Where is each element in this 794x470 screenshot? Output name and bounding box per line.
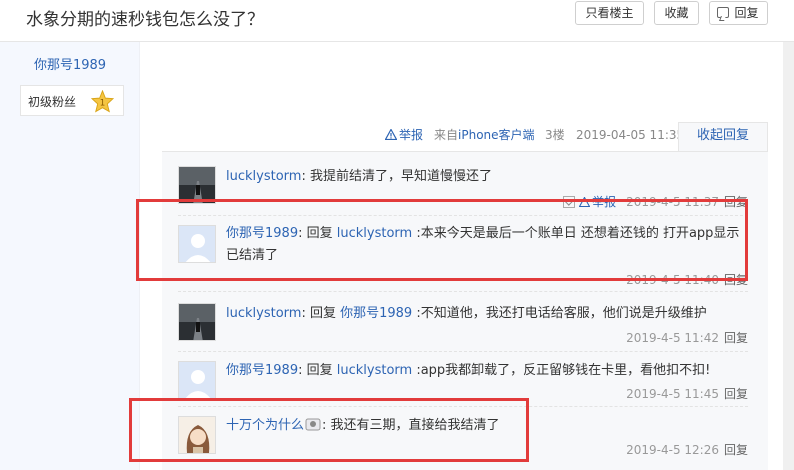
colon: :	[301, 306, 310, 321]
reply-username[interactable]: lucklystorm	[226, 169, 301, 184]
avatar[interactable]	[178, 361, 216, 399]
right-scroll-gutter	[783, 42, 794, 470]
reply-footer: 2019-4-5 12:26 回复	[626, 443, 748, 457]
reply-button[interactable]: 回复	[709, 1, 768, 25]
colon: :	[301, 169, 310, 184]
post-source: 来自iPhone客户端	[434, 127, 535, 143]
comment-icon	[717, 7, 729, 18]
highlight-box	[129, 398, 529, 462]
collapse-replies-button[interactable]: 收起回复	[678, 122, 768, 152]
reply-footer: 2019-4-5 11:42 回复	[626, 331, 748, 345]
fan-level-label: 初级粉丝	[28, 95, 77, 109]
tieba-post-page: 水象分期的速秒钱包怎么没了？ 只看楼主 收藏 回复 你那号1989 初级粉丝 1…	[0, 0, 794, 470]
only-op-button[interactable]: 只看楼主	[575, 1, 644, 25]
reply-time: 2019-4-5 11:45	[626, 387, 719, 401]
level-number: 1	[100, 98, 105, 108]
reply-content: lucklystorm: 回复 你那号1989 :不知道他，我还打电话给客服，他…	[226, 303, 748, 325]
reply-button-label: 回复	[734, 6, 759, 20]
thread-title: 水象分期的速秒钱包怎么没了？	[26, 10, 264, 30]
reply-text: :app我都卸载了，反正留够钱在卡里，看他扣不扣!	[412, 363, 711, 378]
divider	[178, 291, 748, 292]
source-client-link[interactable]: iPhone客户端	[458, 128, 535, 142]
reply-to-button[interactable]: 回复	[724, 331, 748, 345]
warning-icon	[385, 129, 397, 140]
reply-target-username[interactable]: 你那号1989	[340, 306, 412, 321]
reply-text: :不知道他，我还打电话给客服，他们说是升级维护	[412, 306, 707, 321]
reply-time: 2019-4-5 12:26	[626, 443, 719, 457]
poster-name[interactable]: 你那号1989	[0, 54, 140, 73]
report-label: 举报	[399, 128, 424, 142]
reply-target-username[interactable]: lucklystorm	[337, 363, 412, 378]
colon: :	[298, 363, 307, 378]
reply-prefix: 回复	[306, 363, 337, 378]
reply-text: 我提前结清了，早知道慢慢还了	[309, 169, 492, 184]
reply-content: lucklystorm: 我提前结清了，早知道慢慢还了	[226, 166, 748, 188]
avatar[interactable]	[178, 303, 216, 341]
post-report-link[interactable]: 举报	[385, 127, 423, 143]
reply-item: lucklystorm: 回复 你那号1989 :不知道他，我还打电话给客服，他…	[162, 303, 768, 353]
post-floor: 3楼	[545, 128, 565, 142]
post-time: 2019-04-05 11:35	[576, 128, 685, 142]
reply-time: 2019-4-5 11:42	[626, 331, 719, 345]
reply-footer: 2019-4-5 11:45 回复	[626, 387, 748, 401]
reply-prefix: 回复	[309, 306, 341, 321]
source-prefix: 来自	[434, 128, 459, 142]
poster-sidebar: 你那号1989 初级粉丝 1	[0, 42, 140, 470]
fan-level-badge[interactable]: 初级粉丝 1	[20, 85, 124, 116]
favorite-button[interactable]: 收藏	[654, 1, 699, 25]
divider	[178, 351, 748, 352]
thread-header: 水象分期的速秒钱包怎么没了？ 只看楼主 收藏 回复	[0, 0, 794, 42]
reply-to-button[interactable]: 回复	[724, 443, 748, 457]
reply-to-button[interactable]: 回复	[724, 387, 748, 401]
reply-content: 你那号1989: 回复 lucklystorm :app我都卸载了，反正留够钱在…	[226, 360, 748, 382]
reply-username[interactable]: 你那号1989	[226, 363, 298, 378]
highlight-box	[136, 199, 748, 281]
level-star-icon: 1	[91, 90, 114, 113]
reply-username[interactable]: lucklystorm	[226, 306, 301, 321]
